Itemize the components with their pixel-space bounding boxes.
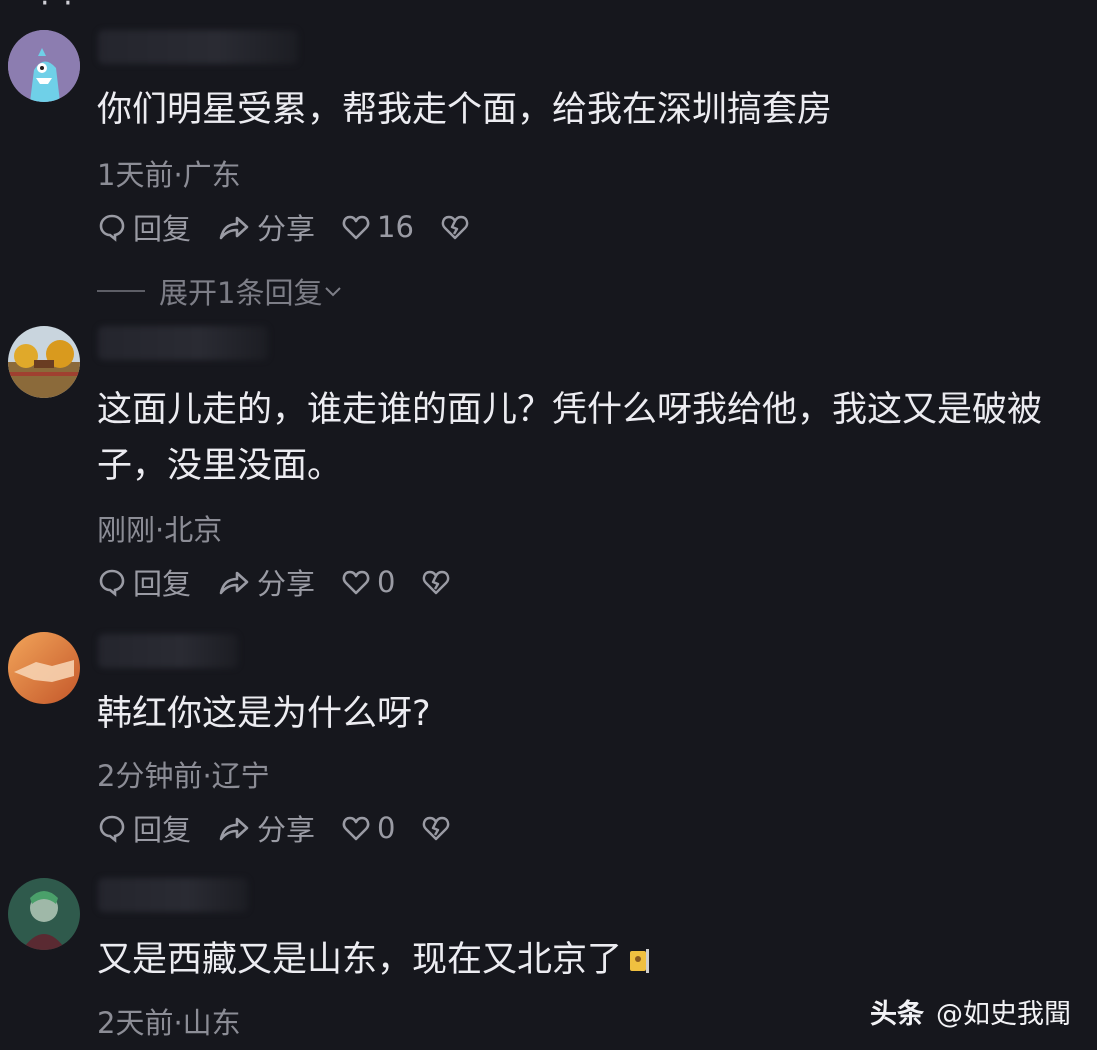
- username-blurred[interactable]: [98, 634, 238, 668]
- expand-replies-button[interactable]: 展开1条回复: [97, 270, 344, 312]
- avatar[interactable]: [8, 326, 80, 398]
- comment-actions: 回复 分享 0: [97, 562, 483, 602]
- expand-divider: [97, 290, 145, 292]
- comment-meta: 刚刚·北京: [97, 513, 223, 547]
- comment-text: 又是西藏又是山东，现在又北京了: [97, 932, 1092, 988]
- share-button[interactable]: 分享: [217, 807, 315, 849]
- heart-icon: [342, 816, 370, 841]
- avatar[interactable]: [8, 878, 80, 950]
- comment-bubble-icon: [99, 569, 125, 597]
- share-button[interactable]: 分享: [217, 206, 315, 248]
- dislike-button[interactable]: [440, 212, 476, 242]
- avatar[interactable]: [8, 30, 80, 102]
- comment-feed: · · 你们明星受累，帮我走个面，给我在深圳搞套房 1天前·广东 回复 分享 1…: [0, 0, 1097, 1050]
- like-count: 16: [377, 210, 414, 244]
- like-count: 0: [377, 565, 396, 599]
- broken-heart-icon: [423, 816, 450, 841]
- like-count: 0: [377, 811, 396, 845]
- like-button[interactable]: 0: [341, 565, 395, 599]
- watermark-brand: 头条: [870, 999, 924, 1030]
- share-arrow-icon: [219, 216, 249, 240]
- watermark: 头条 @如史我聞: [870, 992, 1071, 1031]
- username-blurred[interactable]: [98, 878, 248, 912]
- share-button[interactable]: 分享: [217, 561, 315, 603]
- broken-heart-icon: [441, 215, 469, 240]
- avatar-landscape-icon: [8, 326, 80, 398]
- dislike-button[interactable]: [421, 813, 457, 843]
- reply-label: 回复: [133, 813, 192, 847]
- broken-heart-icon: [423, 570, 450, 595]
- comment-text-content: 又是西藏又是山东，现在又北京了: [97, 940, 623, 980]
- like-button[interactable]: 0: [341, 811, 395, 845]
- comment-text: 韩红你这是为什么呀?: [97, 694, 431, 734]
- share-arrow-icon: [219, 817, 249, 841]
- comment-meta: 2分钟前·辽宁: [97, 759, 270, 793]
- share-label: 分享: [257, 212, 316, 246]
- share-label: 分享: [257, 567, 316, 601]
- comment-actions: 回复 分享 0: [97, 808, 483, 848]
- avatar-portrait-icon: [8, 878, 80, 950]
- share-arrow-icon: [219, 571, 249, 595]
- comment-meta: 2天前·山东: [97, 1006, 241, 1040]
- avatar-handshake-icon: [8, 632, 80, 704]
- comment-actions: 回复 分享 16: [97, 207, 502, 247]
- chevron-down-icon: [325, 287, 342, 297]
- heart-icon: [342, 570, 370, 595]
- comment-bubble-icon: [99, 214, 125, 242]
- reply-button[interactable]: 回复: [97, 807, 191, 849]
- share-label: 分享: [257, 813, 316, 847]
- comment-text: 你们明星受累，帮我走个面，给我在深圳搞套房: [97, 90, 833, 130]
- comment-bubble-icon: [99, 815, 125, 843]
- like-button[interactable]: 16: [341, 210, 414, 244]
- emoji-icon: [630, 949, 650, 973]
- reply-button[interactable]: 回复: [97, 206, 191, 248]
- reply-label: 回复: [133, 567, 192, 601]
- dislike-button[interactable]: [421, 567, 457, 597]
- reply-label: 回复: [133, 212, 192, 246]
- avatar[interactable]: [8, 632, 80, 704]
- heart-icon: [342, 215, 370, 240]
- expand-label: 展开1条回复: [159, 276, 323, 310]
- avatar-monster-icon: [8, 30, 80, 102]
- username-blurred[interactable]: [98, 30, 298, 64]
- comment-meta: 1天前·广东: [97, 158, 241, 192]
- reply-button[interactable]: 回复: [97, 561, 191, 603]
- comment-text: 这面儿走的，谁走谁的面儿？凭什么呀我给他，我这又是破被子，没里没面。: [97, 390, 1043, 486]
- cutoff-previous-comment: · ·: [40, 0, 75, 21]
- username-blurred[interactable]: [98, 326, 268, 360]
- watermark-handle: @如史我聞: [936, 999, 1071, 1030]
